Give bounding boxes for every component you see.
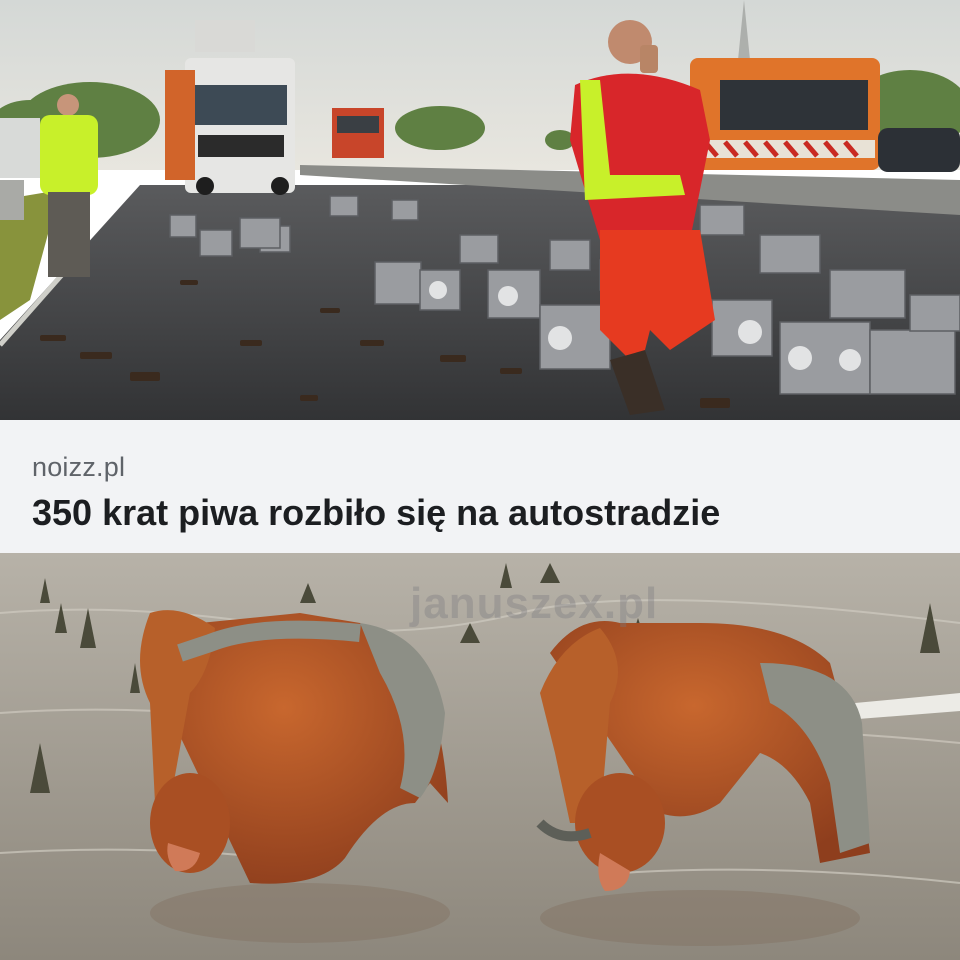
worker-left	[40, 94, 98, 277]
watermark: januszex.pl	[410, 579, 659, 628]
link-preview-caption[interactable]: noizz.pl 350 krat piwa rozbiło się na au…	[0, 420, 960, 553]
car	[878, 128, 960, 172]
monkeys-photo: januszex.pl	[0, 553, 960, 960]
red-truck	[332, 108, 384, 158]
headline: 350 krat piwa rozbiło się na autostradzi…	[32, 492, 721, 533]
highway-scene-image	[0, 0, 960, 420]
source-domain: noizz.pl	[32, 452, 126, 482]
orange-truck	[690, 58, 880, 170]
highway-photo	[0, 0, 960, 420]
